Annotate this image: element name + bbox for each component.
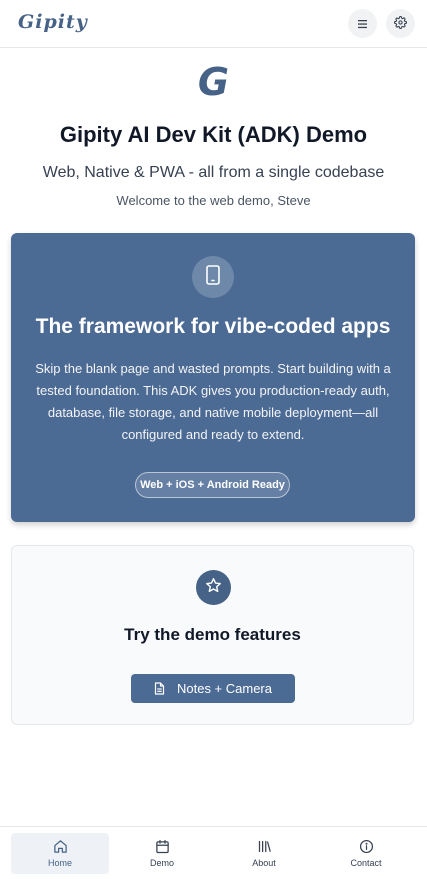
nav-item-about[interactable]: About: [215, 833, 313, 874]
settings-button[interactable]: [386, 9, 415, 38]
calendar-icon: [155, 839, 170, 855]
framework-feature-card: The framework for vibe-coded apps Skip t…: [11, 233, 415, 522]
demo-title: Try the demo features: [124, 625, 301, 644]
page-title: Gipity AI Dev Kit (ADK) Demo: [59, 122, 368, 147]
library-icon: [257, 839, 272, 855]
menu-icon: [357, 14, 368, 33]
notes-camera-label: Notes + Camera: [176, 681, 272, 696]
notes-camera-button[interactable]: Notes + Camera: [131, 674, 295, 703]
menu-button[interactable]: [348, 9, 377, 38]
demo-features-card: Try the demo features Notes + Camera: [11, 545, 414, 725]
bottom-navigation: Home Demo About Contact: [0, 826, 427, 879]
demo-icon-circle: [196, 570, 231, 605]
nav-label-about: About: [252, 858, 276, 868]
nav-label-home: Home: [47, 858, 72, 868]
mobile-phone-icon: [205, 265, 221, 289]
top-header: Gipity: [0, 0, 427, 48]
platform-badge: Web + iOS + Android Ready: [135, 472, 290, 498]
star-icon: [205, 577, 222, 598]
nav-label-demo: Demo: [149, 858, 174, 868]
hero-logo-letter: G: [197, 60, 230, 104]
app-screen: Gipity G Gipity AI Dev Kit (ADK) Demo We…: [0, 0, 427, 879]
home-icon: [53, 839, 68, 855]
nav-item-demo[interactable]: Demo: [113, 833, 211, 874]
feature-title: The framework for vibe-coded apps: [35, 315, 391, 338]
gear-icon: [394, 14, 407, 33]
info-icon: [359, 839, 374, 855]
nav-item-home[interactable]: Home: [11, 833, 109, 874]
nav-label-contact: Contact: [350, 858, 382, 868]
nav-item-contact[interactable]: Contact: [317, 833, 415, 874]
page-subtitle: Web, Native & PWA - all from a single co…: [42, 164, 385, 181]
app-logo[interactable]: Gipity: [18, 11, 88, 33]
welcome-message: Welcome to the web demo, Steve: [116, 193, 311, 208]
feature-description: Skip the blank page and wasted prompts. …: [35, 361, 391, 442]
feature-icon-circle: [192, 256, 234, 298]
document-icon: [154, 682, 165, 695]
